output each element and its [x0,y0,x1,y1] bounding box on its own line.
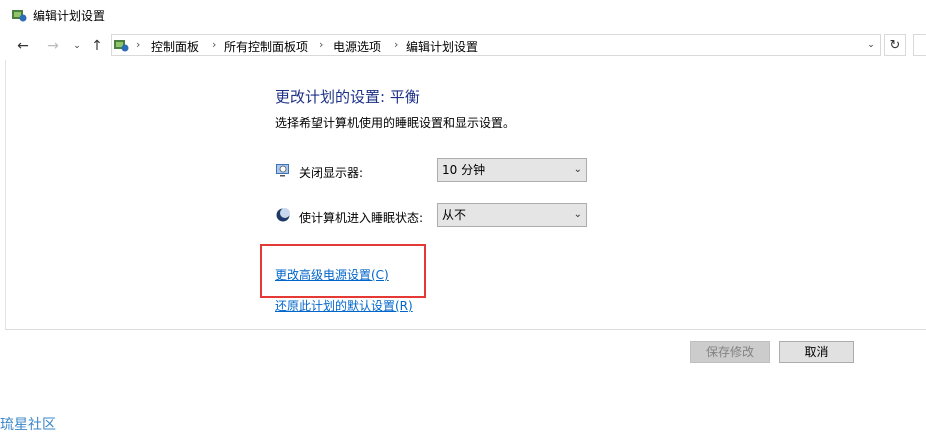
moon-icon [276,208,290,222]
control-panel-icon [114,40,129,52]
save-button[interactable]: 保存修改 [690,341,770,363]
search-input[interactable] [913,34,926,56]
highlight-box [260,244,426,298]
chevron-right-icon[interactable]: › [394,38,398,51]
up-icon[interactable]: ↑ [88,37,106,55]
address-dropdown-icon[interactable]: ⌄ [864,36,878,54]
left-divider [5,60,6,330]
display-off-label: 关闭显示器: [299,166,364,180]
chevron-right-icon[interactable]: › [319,38,323,51]
breadcrumb-power-options[interactable]: 电源选项 [333,38,381,55]
sleep-value: 从不 [442,208,467,222]
chevron-down-icon: ⌄ [573,209,582,220]
forward-icon[interactable]: → [44,37,62,55]
title-bar [0,0,926,30]
sleep-label: 使计算机进入睡眠状态: [299,211,424,225]
chevron-right-icon[interactable]: › [136,38,140,51]
breadcrumb-control-panel[interactable]: 控制面板 [151,38,199,55]
display-off-select[interactable]: 10 分钟 ⌄ [437,158,587,182]
breadcrumb-edit-plan[interactable]: 编辑计划设置 [406,38,478,55]
watermark: 琉星社区 [0,417,56,433]
chevron-right-icon[interactable]: › [212,38,216,51]
refresh-icon[interactable]: ↻ [884,34,906,56]
back-icon[interactable]: ← [14,37,32,55]
monitor-clock-icon [276,164,289,177]
display-off-value: 10 分钟 [442,163,486,177]
footer-divider [5,329,926,330]
breadcrumb-all-items[interactable]: 所有控制面板项 [224,38,308,55]
chevron-down-icon: ⌄ [573,164,582,175]
restore-defaults-link[interactable]: 还原此计划的默认设置(R) [275,297,413,314]
sleep-select[interactable]: 从不 ⌄ [437,203,587,227]
cancel-button[interactable]: 取消 [779,341,854,363]
recent-locations-icon[interactable]: ⌄ [68,37,86,55]
page-title: 更改计划的设置: 平衡 [275,88,420,106]
window-title: 编辑计划设置 [33,9,106,23]
page-subtitle: 选择希望计算机使用的睡眠设置和显示设置。 [275,116,516,130]
power-options-icon [12,10,27,22]
